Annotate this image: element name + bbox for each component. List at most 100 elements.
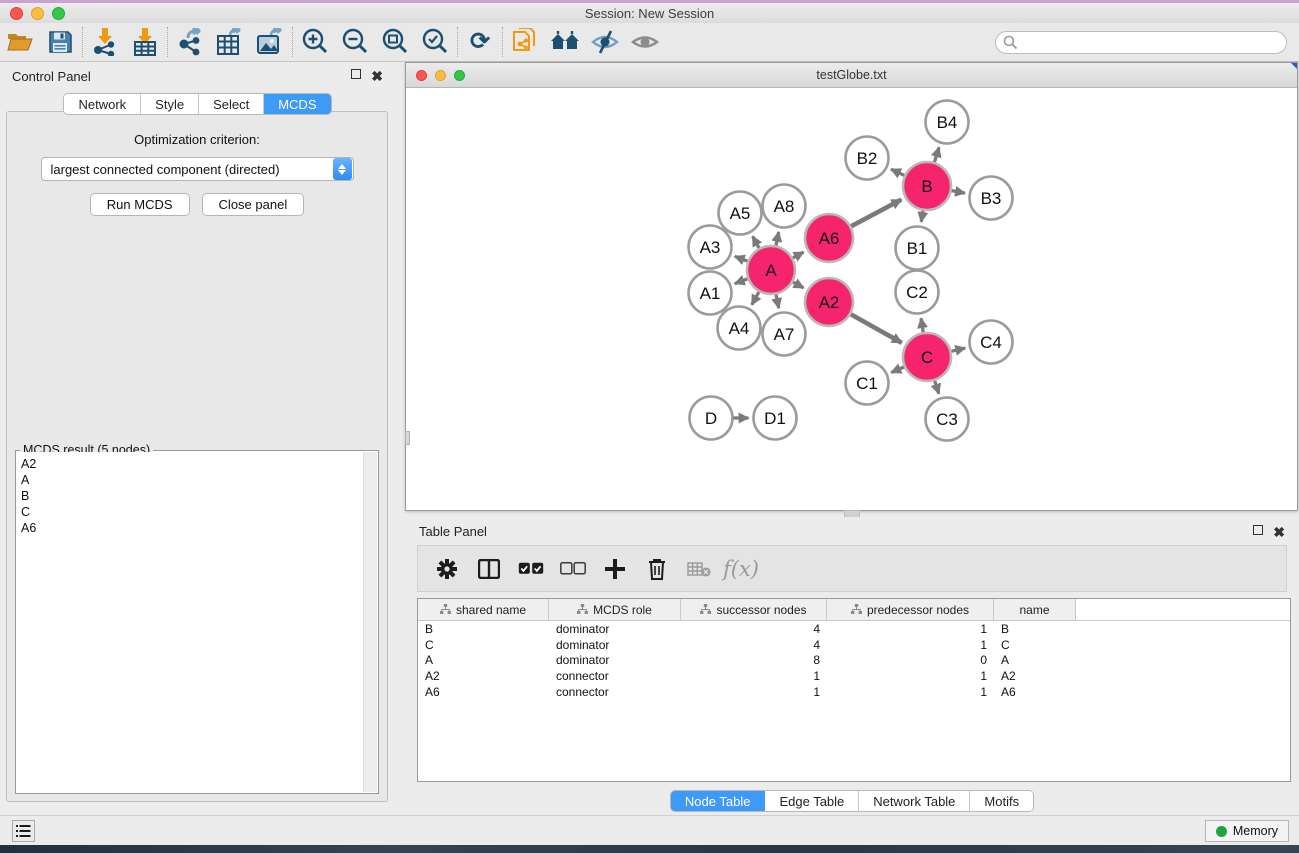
table-cell[interactable]: A [994,653,1076,667]
edge-A-A8[interactable] [776,232,779,246]
graph-node-A6[interactable]: A6 [805,214,853,262]
graph-node-A7[interactable]: A7 [763,313,806,356]
table-cell[interactable]: connector [549,685,681,699]
graph-node-B[interactable]: B [903,162,951,210]
edge-A-A5[interactable] [753,236,759,248]
delete-table-icon[interactable] [680,550,718,588]
table-options-gear-icon[interactable] [428,550,466,588]
save-session-icon[interactable] [40,25,80,59]
table-cell[interactable]: A6 [418,685,549,699]
function-builder-icon[interactable]: f(x) [722,550,760,588]
table-cell[interactable]: 4 [681,622,827,636]
table-cell[interactable]: A2 [994,669,1076,683]
mcds-result-item[interactable]: A [21,472,363,488]
tab-mcds[interactable]: MCDS [264,94,330,114]
optimization-criterion-dropdown[interactable]: largest connected component (directed) [41,157,354,181]
add-column-icon[interactable] [596,550,634,588]
table-cell[interactable]: 1 [827,622,994,636]
graph-node-C[interactable]: C [903,333,951,381]
network-window-titlebar[interactable]: testGlobe.txt [406,63,1297,88]
column-header-name[interactable]: name [994,599,1076,620]
edge-A-A4[interactable] [752,292,759,305]
edge-B-B2[interactable] [891,169,904,175]
graph-node-A3[interactable]: A3 [689,226,732,269]
select-all-checkboxes-icon[interactable] [512,550,550,588]
edge-C-C3[interactable] [935,381,939,394]
table-cell[interactable]: dominator [549,622,681,636]
zoom-selected-icon[interactable] [415,25,455,59]
columns-icon[interactable] [470,550,508,588]
graph-node-D[interactable]: D [690,397,733,440]
float-panel-icon[interactable] [351,69,361,83]
graph-node-B3[interactable]: B3 [970,177,1013,220]
edge-A6-B[interactable] [851,200,901,227]
edge-A-A7[interactable] [776,294,779,308]
node-table[interactable]: shared nameMCDS rolesuccessor nodesprede… [417,598,1291,782]
deselect-all-checkboxes-icon[interactable] [554,550,592,588]
graph-node-A8[interactable]: A8 [763,185,806,228]
export-network-icon[interactable] [170,25,210,59]
tab-network-table[interactable]: Network Table [859,791,970,811]
graph-node-A5[interactable]: A5 [719,192,762,235]
graph-node-D1[interactable]: D1 [754,397,797,440]
table-cell[interactable]: C [994,638,1076,652]
zoom-out-icon[interactable] [335,25,375,59]
tab-node-table[interactable]: Node Table [671,791,766,811]
table-cell[interactable]: dominator [549,653,681,667]
show-all-icon[interactable] [625,25,665,59]
network-canvas[interactable]: B4B2BB3A8A5A6A3B1AA1C2A2A4A7C4CC1DD1C3 [406,89,1297,510]
table-cell[interactable]: C [418,638,549,652]
split-pane-grip[interactable] [405,431,410,445]
edge-C-C4[interactable] [951,348,965,351]
graph-node-B4[interactable]: B4 [926,101,969,144]
column-header-successor-nodes[interactable]: successor nodes [681,599,827,620]
export-table-icon[interactable] [210,25,250,59]
tab-motifs[interactable]: Motifs [970,791,1033,811]
open-session-icon[interactable] [0,25,40,59]
hide-selected-icon[interactable] [585,25,625,59]
close-panel-button[interactable]: Close panel [202,193,305,216]
graph-node-A4[interactable]: A4 [718,307,761,350]
edge-C-C1[interactable] [891,367,904,373]
edge-A-A1[interactable] [735,279,748,284]
column-header-MCDS-role[interactable]: MCDS role [549,599,681,620]
mcds-result-list[interactable]: A2ABCA6 [17,452,363,792]
close-table-panel-icon[interactable]: ✖ [1273,525,1285,539]
tab-select[interactable]: Select [199,94,264,114]
tab-edge-table[interactable]: Edge Table [765,791,859,811]
mcds-result-item[interactable]: C [21,504,363,520]
edge-B-B3[interactable] [952,191,965,194]
graph-node-A2[interactable]: A2 [805,278,853,326]
table-cell[interactable]: 4 [681,638,827,652]
network-graph[interactable]: B4B2BB3A8A5A6A3B1AA1C2A2A4A7C4CC1DD1C3 [406,89,1297,510]
graph-node-A[interactable]: A [747,246,795,294]
table-cell[interactable]: 1 [827,685,994,699]
graph-node-A1[interactable]: A1 [689,272,732,315]
tab-network[interactable]: Network [64,94,141,114]
zoom-in-icon[interactable] [295,25,335,59]
table-cell[interactable]: connector [549,669,681,683]
import-network-icon[interactable] [85,25,125,59]
delete-column-icon[interactable] [638,550,676,588]
edge-A-A2[interactable] [793,282,804,288]
horizontal-divider-grip[interactable] [844,510,860,517]
zoom-fit-icon[interactable] [375,25,415,59]
column-header-shared-name[interactable]: shared name [418,599,549,620]
table-cell[interactable]: 1 [681,669,827,683]
table-cell[interactable]: B [994,622,1076,636]
table-cell[interactable]: A6 [994,685,1076,699]
table-cell[interactable]: 1 [827,669,994,683]
close-panel-icon[interactable]: ✖ [371,69,383,83]
table-cell[interactable]: A [418,653,549,667]
graph-node-C1[interactable]: C1 [846,362,889,405]
graph-node-C2[interactable]: C2 [896,271,939,314]
table-cell[interactable]: 8 [681,653,827,667]
table-cell[interactable]: dominator [549,638,681,652]
table-row[interactable]: A2connector11A2 [418,668,1290,684]
run-mcds-button[interactable]: Run MCDS [90,193,190,216]
table-cell[interactable]: B [418,622,549,636]
graph-node-C3[interactable]: C3 [926,398,969,441]
edge-C-C2[interactable] [921,318,923,332]
mcds-result-item[interactable]: A6 [21,520,363,536]
table-cell[interactable]: 1 [827,638,994,652]
